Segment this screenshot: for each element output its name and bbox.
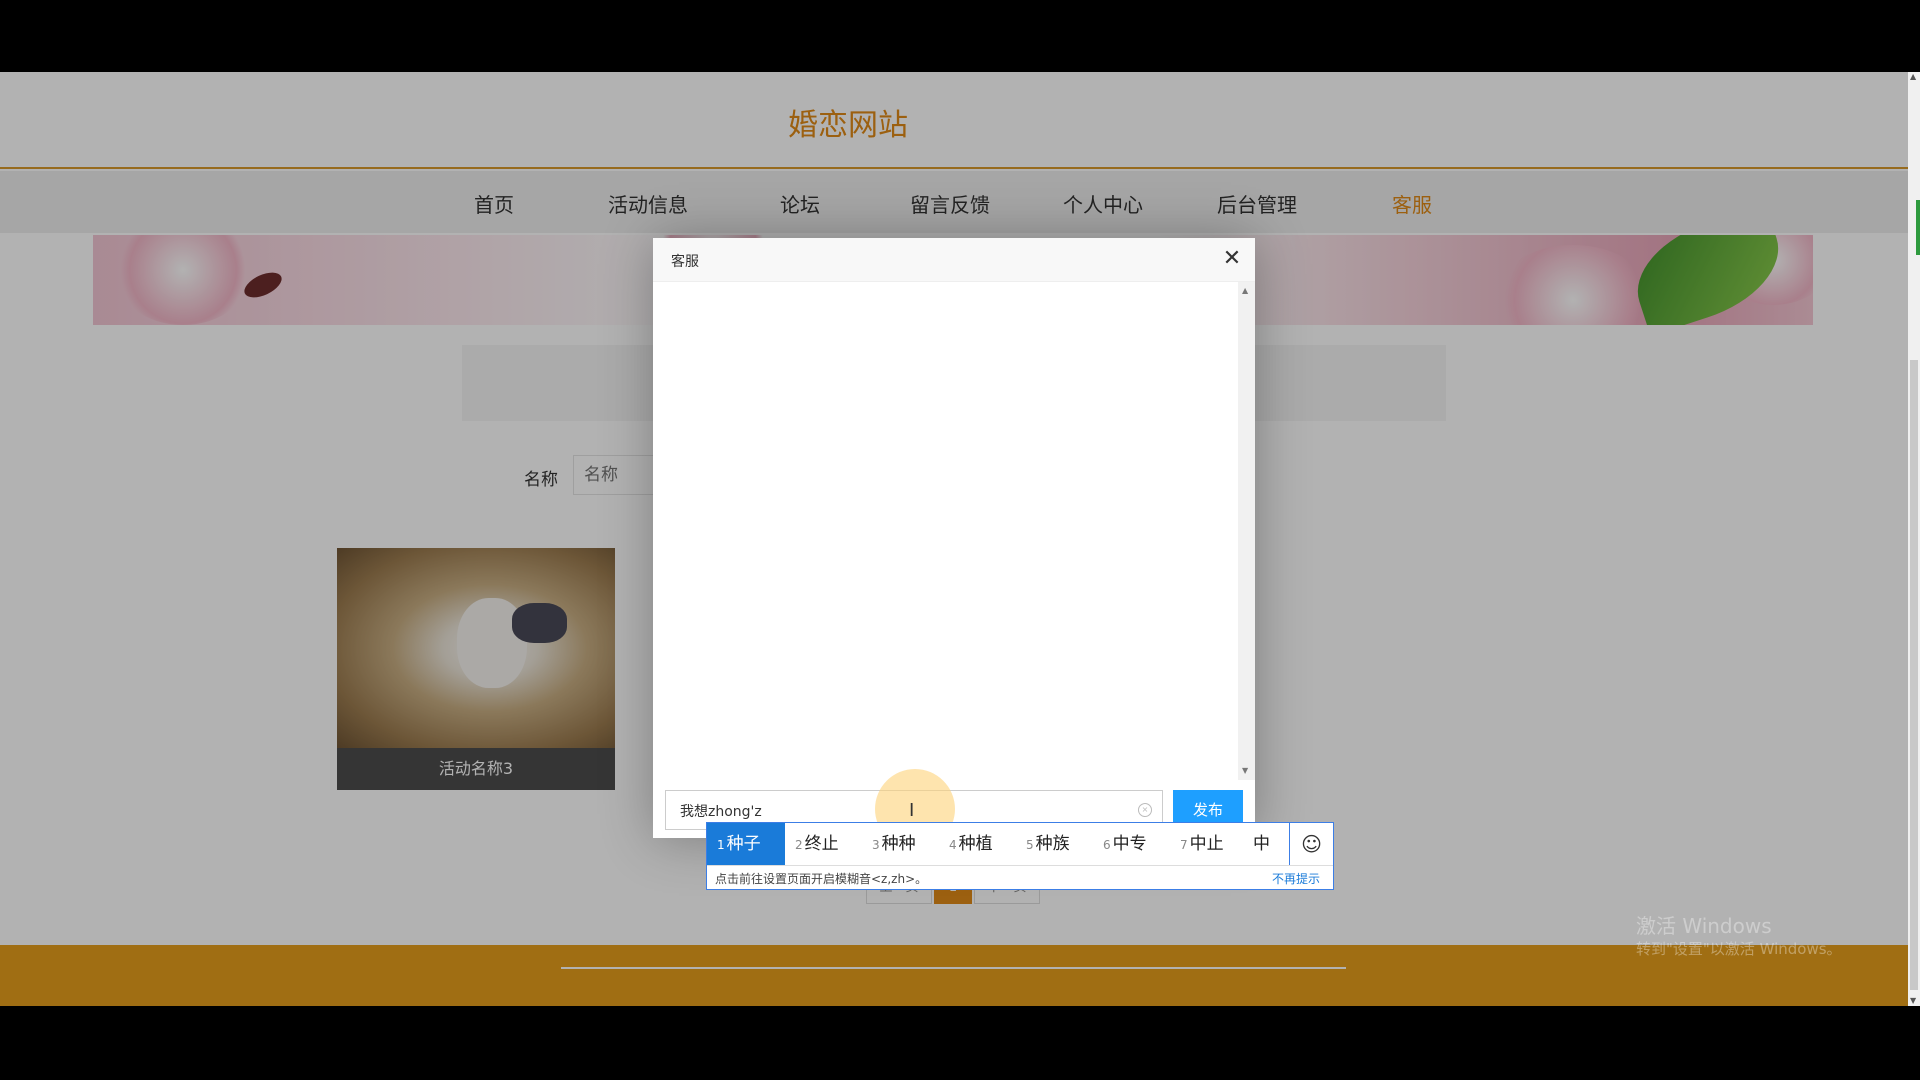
dialog-header: 客服 ✕: [653, 238, 1255, 282]
ime-hint-text[interactable]: 点击前往设置页面开启模糊音<z,zh>。: [715, 870, 927, 887]
windows-activation-text: 转到"设置"以激活 Windows。: [1636, 940, 1842, 958]
windows-activation-title: 激活 Windows: [1636, 914, 1772, 938]
chat-scroll-up-icon[interactable]: ▲: [1242, 286, 1248, 295]
scroll-down-arrow-icon[interactable]: ▼: [1910, 996, 1918, 1006]
dialog-title: 客服: [671, 254, 699, 270]
ime-candidate[interactable]: 3 种种: [862, 823, 926, 865]
text-cursor-icon: I: [909, 800, 915, 821]
page-scrollbar-thumb[interactable]: [1910, 360, 1918, 990]
chat-scroll-down-icon[interactable]: ▼: [1242, 766, 1248, 775]
ime-candidate[interactable]: 7 中止: [1170, 823, 1234, 865]
ime-hint-row: 点击前往设置页面开启模糊音<z,zh>。 不再提示: [707, 865, 1333, 889]
ime-candidate-row: 1 种子 2 终止 3 种种 4 种植 5 种族 6 中专 7 中止 中 ☺: [707, 823, 1333, 865]
side-tab[interactable]: [1916, 200, 1920, 255]
ime-candidate[interactable]: 1 种子: [707, 823, 785, 865]
customer-service-dialog: 客服 ✕ ▲ ▼ 我想zhong'z × 发布: [653, 238, 1255, 838]
ime-candidate[interactable]: 2 终止: [785, 823, 849, 865]
scroll-up-arrow-icon[interactable]: ▲: [1910, 72, 1918, 82]
clear-input-icon[interactable]: ×: [1138, 803, 1152, 817]
ime-candidate[interactable]: 6 中专: [1093, 823, 1157, 865]
close-icon[interactable]: ✕: [1221, 248, 1243, 270]
ime-candidate[interactable]: 5 种族: [1016, 823, 1080, 865]
ime-dismiss-link[interactable]: 不再提示: [1272, 870, 1320, 887]
smiley-icon[interactable]: ☺: [1289, 823, 1333, 865]
ime-candidate-window: 1 种子 2 终止 3 种种 4 种植 5 种族 6 中专 7 中止 中 ☺ 点击前往设置页面…: [706, 822, 1334, 890]
chat-message-area[interactable]: [653, 282, 1238, 780]
chat-scrollbar[interactable]: ▲ ▼: [1238, 282, 1255, 780]
ime-candidate[interactable]: 4 种植: [939, 823, 1003, 865]
ime-candidate[interactable]: 中: [1247, 823, 1289, 865]
